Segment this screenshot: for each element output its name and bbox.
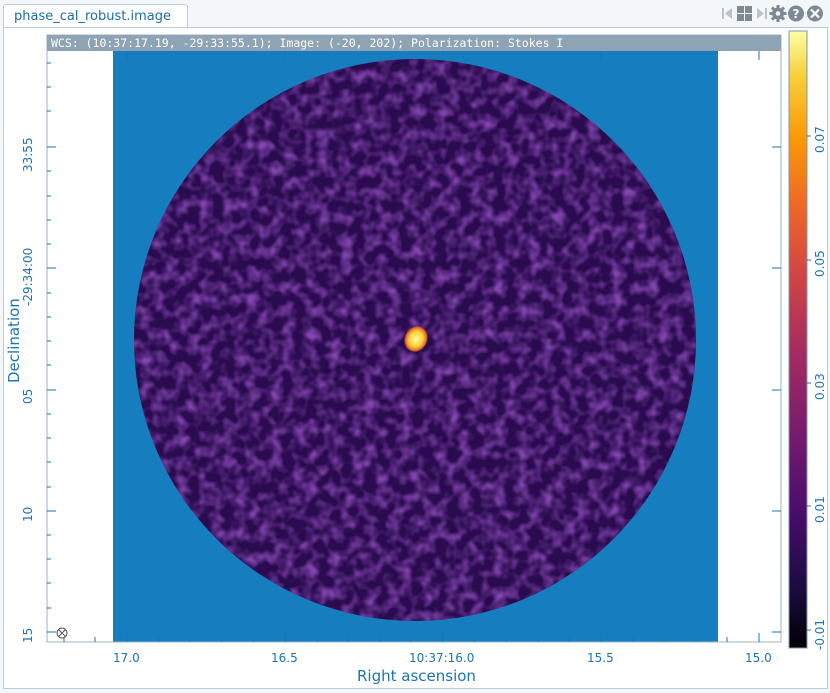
colorbar-tick-label: 0.05 xyxy=(813,250,827,277)
y-axis-label: Declination xyxy=(5,298,23,383)
wcs-readout: WCS: (10:37:17.19, -29:33:55.1); Image: … xyxy=(51,36,564,50)
y-tick-label: 33:55 xyxy=(21,137,35,172)
colorbar[interactable] xyxy=(788,30,808,649)
y-tick-label: 10 xyxy=(21,506,35,522)
beam-ellipse-icon xyxy=(56,627,68,639)
colorbar-tick-label: 0.03 xyxy=(813,373,827,400)
colorbar-tick-label: -0.01 xyxy=(813,618,827,650)
colorbar-tick-label: 0.07 xyxy=(813,126,827,153)
x-tick-label: 15.5 xyxy=(587,651,614,665)
x-tick-label: 17.0 xyxy=(113,651,140,665)
wcs-readout-bar: WCS: (10:37:17.19, -29:33:55.1); Image: … xyxy=(47,35,781,51)
x-tick-label: 10:37:16.0 xyxy=(409,651,475,665)
y-tick-label: 05 xyxy=(21,388,35,404)
x-tick-label: 16.5 xyxy=(271,651,298,665)
y-tick-label: -29:34:00 xyxy=(21,247,35,306)
y-tick-label: 15 xyxy=(21,627,35,643)
image-canvas[interactable] xyxy=(0,0,830,693)
colorbar-tick-label: 0.01 xyxy=(813,496,827,523)
x-tick-label: 15.0 xyxy=(745,651,772,665)
x-axis-label: Right ascension xyxy=(357,667,476,685)
